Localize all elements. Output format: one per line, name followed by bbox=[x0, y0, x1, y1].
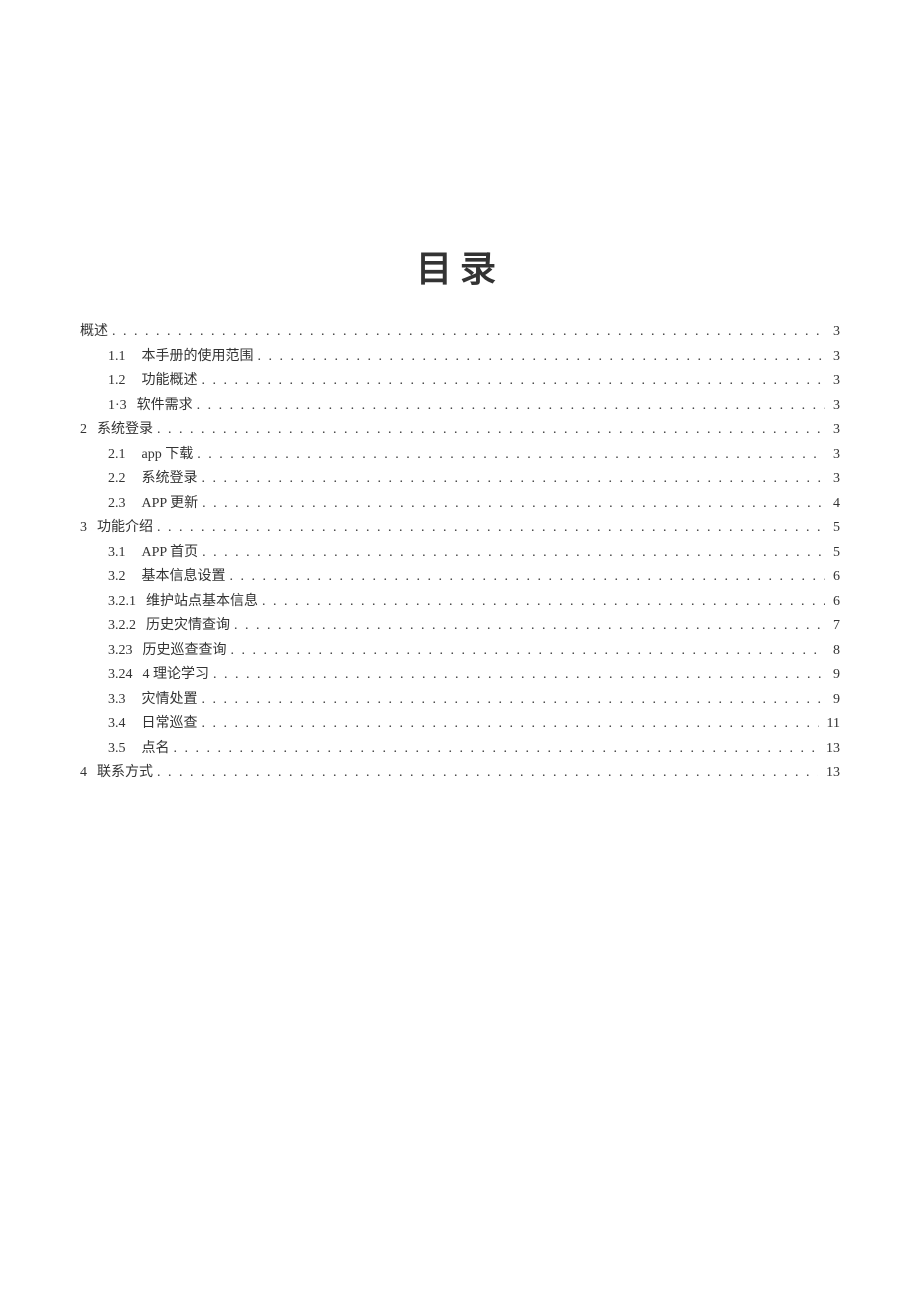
toc-entry-page: 3 bbox=[829, 467, 840, 492]
toc-entry[interactable]: 3.4 日常巡查 11 bbox=[80, 712, 840, 737]
toc-entry[interactable]: 3.2.2 历史灾情查询 7 bbox=[80, 614, 840, 639]
toc-entry-number: 3 bbox=[80, 516, 87, 541]
table-of-contents: 概述31.1本手册的使用范围31.2功能概述31·3软件需求32系统登录32.1… bbox=[80, 320, 840, 786]
toc-entry-text: 系统登录 bbox=[97, 418, 153, 443]
toc-entry[interactable]: 3.23 历史巡查查询 8 bbox=[80, 639, 840, 664]
toc-entry-text: 4 理论学习 bbox=[143, 663, 210, 688]
toc-entry-number: 3.1 bbox=[108, 541, 126, 566]
toc-entry[interactable]: 3.2.1 维护站点基本信息 6 bbox=[80, 590, 840, 615]
toc-entry-page: 3 bbox=[829, 443, 840, 468]
toc-leader-dots bbox=[202, 467, 826, 492]
toc-leader-dots bbox=[213, 663, 825, 688]
toc-entry-page: 8 bbox=[829, 639, 840, 664]
toc-leader-dots bbox=[112, 320, 825, 345]
toc-entry-page: 7 bbox=[829, 614, 840, 639]
toc-entry-number: 1.1 bbox=[108, 345, 126, 370]
toc-entry-number: 4 bbox=[80, 761, 87, 786]
toc-entry-page: 3 bbox=[829, 320, 840, 345]
toc-entry-text: 联系方式 bbox=[97, 761, 153, 786]
toc-entry-text: 维护站点基本信息 bbox=[146, 590, 258, 615]
toc-entry-page: 5 bbox=[829, 541, 840, 566]
toc-entry-number: 3.2.2 bbox=[108, 614, 136, 639]
toc-entry-number: 3.24 bbox=[108, 663, 133, 688]
toc-entry[interactable]: 2.2 系统登录 3 bbox=[80, 467, 840, 492]
toc-entry-text: 软件需求 bbox=[137, 394, 193, 419]
toc-leader-dots bbox=[202, 369, 826, 394]
toc-entry-text: 功能概述 bbox=[142, 369, 198, 394]
toc-entry-text: 日常巡查 bbox=[142, 712, 198, 737]
toc-entry-number: 3.3 bbox=[108, 688, 126, 713]
toc-entry-page: 3 bbox=[829, 394, 840, 419]
toc-entry-page: 9 bbox=[829, 688, 840, 713]
toc-entry-text: 灾情处置 bbox=[142, 688, 198, 713]
toc-leader-dots bbox=[197, 394, 825, 419]
toc-entry-text: 系统登录 bbox=[142, 467, 198, 492]
toc-leader-dots bbox=[234, 614, 825, 639]
toc-entry[interactable]: 1.1 本手册的使用范围 3 bbox=[80, 345, 840, 370]
toc-leader-dots bbox=[258, 345, 826, 370]
toc-leader-dots bbox=[197, 443, 825, 468]
toc-leader-dots bbox=[157, 761, 818, 786]
toc-entry-page: 3 bbox=[829, 369, 840, 394]
toc-entry-number: 2.2 bbox=[108, 467, 126, 492]
toc-entry-number: 3.4 bbox=[108, 712, 126, 737]
toc-leader-dots bbox=[202, 712, 819, 737]
toc-entry-number: 3.2 bbox=[108, 565, 126, 590]
toc-entry-number: 3.23 bbox=[108, 639, 133, 664]
toc-entry-page: 6 bbox=[829, 590, 840, 615]
toc-entry[interactable]: 1·3 软件需求 3 bbox=[80, 394, 840, 419]
toc-entry-number: 2 bbox=[80, 418, 87, 443]
toc-leader-dots bbox=[174, 737, 819, 762]
toc-entry-number: 2.1 bbox=[108, 443, 126, 468]
toc-leader-dots bbox=[202, 688, 826, 713]
toc-leader-dots bbox=[231, 639, 826, 664]
toc-entry-number: 3.2.1 bbox=[108, 590, 136, 615]
toc-leader-dots bbox=[202, 541, 825, 566]
toc-entry[interactable]: 2.1 app 下载 3 bbox=[80, 443, 840, 468]
toc-entry-text: APP 首页 bbox=[142, 541, 199, 566]
toc-entry-text: 基本信息设置 bbox=[142, 565, 226, 590]
toc-entry-number: 1.2 bbox=[108, 369, 126, 394]
toc-entry-page: 13 bbox=[822, 737, 840, 762]
toc-entry-text: 历史灾情查询 bbox=[146, 614, 230, 639]
toc-entry[interactable]: 1.2 功能概述 3 bbox=[80, 369, 840, 394]
toc-entry-text: APP 更新 bbox=[142, 492, 199, 517]
toc-entry-page: 5 bbox=[829, 516, 840, 541]
toc-entry-page: 11 bbox=[823, 712, 840, 737]
toc-entry-page: 9 bbox=[829, 663, 840, 688]
toc-entry[interactable]: 3.5 点名 13 bbox=[80, 737, 840, 762]
toc-entry[interactable]: 3.1 APP 首页 5 bbox=[80, 541, 840, 566]
toc-entry-text: app 下载 bbox=[142, 443, 194, 468]
toc-entry-text: 本手册的使用范围 bbox=[142, 345, 254, 370]
toc-leader-dots bbox=[157, 516, 825, 541]
toc-leader-dots bbox=[230, 565, 826, 590]
toc-entry-number: 3.5 bbox=[108, 737, 126, 762]
toc-entry-number: 2.3 bbox=[108, 492, 126, 517]
toc-entry[interactable]: 概述 3 bbox=[80, 320, 840, 345]
toc-entry[interactable]: 2.3 APP 更新 4 bbox=[80, 492, 840, 517]
document-page: 目录 概述 3 1.1 本手册的使用范围 3 1.2 功能概述 3 1·3 软件需求 3 2 系统登录 3… bbox=[0, 0, 920, 786]
toc-entry-page: 3 bbox=[829, 418, 840, 443]
toc-leader-dots bbox=[202, 492, 825, 517]
toc-entry[interactable]: 3.24 4 理论学习 9 bbox=[80, 663, 840, 688]
toc-entry-page: 13 bbox=[822, 761, 840, 786]
toc-entry-text: 点名 bbox=[142, 737, 170, 762]
toc-leader-dots bbox=[157, 418, 825, 443]
toc-entry-text: 功能介绍 bbox=[97, 516, 153, 541]
toc-entry[interactable]: 2 系统登录 3 bbox=[80, 418, 840, 443]
toc-entry-page: 6 bbox=[829, 565, 840, 590]
toc-title: 目录 bbox=[80, 240, 840, 292]
toc-entry[interactable]: 3.3 灾情处置 9 bbox=[80, 688, 840, 713]
toc-entry[interactable]: 3 功能介绍 5 bbox=[80, 516, 840, 541]
toc-entry[interactable]: 4 联系方式 13 bbox=[80, 761, 840, 786]
toc-entry-text: 历史巡查查询 bbox=[143, 639, 227, 664]
toc-entry-number: 1·3 bbox=[108, 394, 127, 419]
toc-entry-page: 3 bbox=[829, 345, 840, 370]
toc-entry-text: 概述 bbox=[80, 320, 108, 345]
toc-leader-dots bbox=[262, 590, 825, 615]
toc-entry-page: 4 bbox=[829, 492, 840, 517]
toc-entry[interactable]: 3.2 基本信息设置 6 bbox=[80, 565, 840, 590]
